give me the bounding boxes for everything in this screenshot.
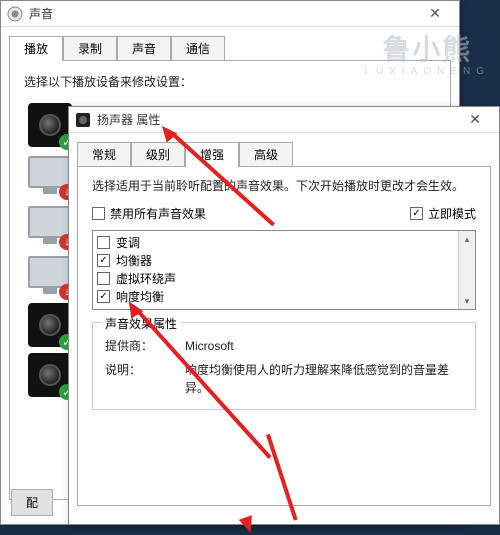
speaker-properties-window: 扬声器 属性 ✕ 常规 级别 增强 高级 选择适用于当前聆听配置的声音效果。下次… (68, 106, 500, 525)
listbox-scrollbar[interactable]: ▴ ▾ (458, 231, 475, 309)
props-tabpanel: 选择适用于当前聆听配置的声音效果。下次开始播放时更改才会生效。 禁用所有声音效果… (77, 166, 491, 506)
device-speaker-icon: ✓ (28, 353, 72, 397)
device-monitor-icon: ↓ (28, 203, 72, 247)
props-tabbar: 常规 级别 增强 高级 (77, 142, 491, 167)
tab-playback[interactable]: 播放 (9, 36, 63, 61)
enhancements-desc: 选择适用于当前聆听配置的声音效果。下次开始播放时更改才会生效。 (92, 177, 476, 195)
tab-general[interactable]: 常规 (77, 142, 131, 167)
tab-communications[interactable]: 通信 (171, 36, 225, 61)
provider-key: 提供商： (105, 337, 185, 355)
sound-hint: 选择以下播放设备来修改设置： (24, 73, 436, 90)
scroll-up-icon[interactable]: ▴ (459, 231, 475, 247)
checkbox-box (97, 236, 110, 249)
immediate-label: 立即模式 (428, 205, 476, 222)
checkbox-box: ✓ (97, 290, 110, 303)
checkbox-box (97, 272, 110, 285)
scroll-track[interactable] (459, 247, 475, 293)
props-titlebar[interactable]: 扬声器 属性 ✕ (69, 107, 499, 133)
device-monitor-icon: ↓ (28, 253, 72, 297)
effect-item[interactable]: ✓ 均衡器 (97, 251, 454, 269)
tab-sounds[interactable]: 声音 (117, 36, 171, 61)
disable-all-effects-checkbox[interactable]: 禁用所有声音效果 (92, 205, 350, 222)
close-icon[interactable]: ✕ (417, 5, 453, 22)
sound-tabbar: 播放 录制 声音 通信 (9, 36, 451, 61)
description-value: 响度均衡使用人的听力理解来降低感觉到的音量差异。 (185, 361, 463, 397)
provider-value: Microsoft (185, 337, 463, 355)
effects-listbox[interactable]: 变调 ✓ 均衡器虚拟环绕声 ✓ 响度均衡 ▴ ▾ (92, 230, 476, 310)
effect-label: 虚拟环绕声 (116, 270, 176, 287)
effect-properties-fieldset: 声音效果属性 提供商： Microsoft 说明： 响度均衡使用人的听力理解来降… (92, 322, 476, 410)
device-monitor-icon: ↓ (28, 153, 72, 197)
effect-item[interactable]: 虚拟环绕声 (97, 269, 454, 287)
effects-items: 变调 ✓ 均衡器虚拟环绕声 ✓ 响度均衡 (93, 231, 458, 309)
tab-levels[interactable]: 级别 (131, 142, 185, 167)
scroll-down-icon[interactable]: ▾ (459, 293, 475, 309)
effect-label: 均衡器 (116, 252, 152, 269)
effect-label: 变调 (116, 234, 140, 251)
effect-label: 响度均衡 (116, 288, 164, 305)
disable-all-label: 禁用所有声音效果 (110, 205, 206, 222)
tab-advanced[interactable]: 高级 (239, 142, 293, 167)
effect-item[interactable]: ✓ 响度均衡 (97, 287, 454, 305)
immediate-mode-checkbox[interactable]: ✓ 立即模式 (410, 205, 476, 222)
speaker-icon (7, 6, 23, 22)
checkbox-box: ✓ (97, 254, 110, 267)
checkbox-box: ✓ (410, 207, 423, 220)
tab-enhancements[interactable]: 增强 (185, 142, 239, 167)
props-title: 扬声器 属性 (97, 111, 457, 128)
tab-recording[interactable]: 录制 (63, 36, 117, 61)
sound-title: 声音 (29, 5, 417, 22)
device-speaker-icon: ✓ (28, 303, 72, 347)
speaker-icon (75, 112, 91, 128)
device-speaker-icon: ✓ (28, 103, 72, 147)
configure-button[interactable]: 配 (11, 489, 53, 516)
fieldset-legend: 声音效果属性 (101, 315, 181, 332)
effect-item[interactable]: 变调 (97, 233, 454, 251)
description-key: 说明： (105, 361, 185, 397)
close-icon[interactable]: ✕ (457, 111, 493, 128)
checkbox-box (92, 207, 105, 220)
sound-titlebar[interactable]: 声音 ✕ (1, 1, 459, 27)
